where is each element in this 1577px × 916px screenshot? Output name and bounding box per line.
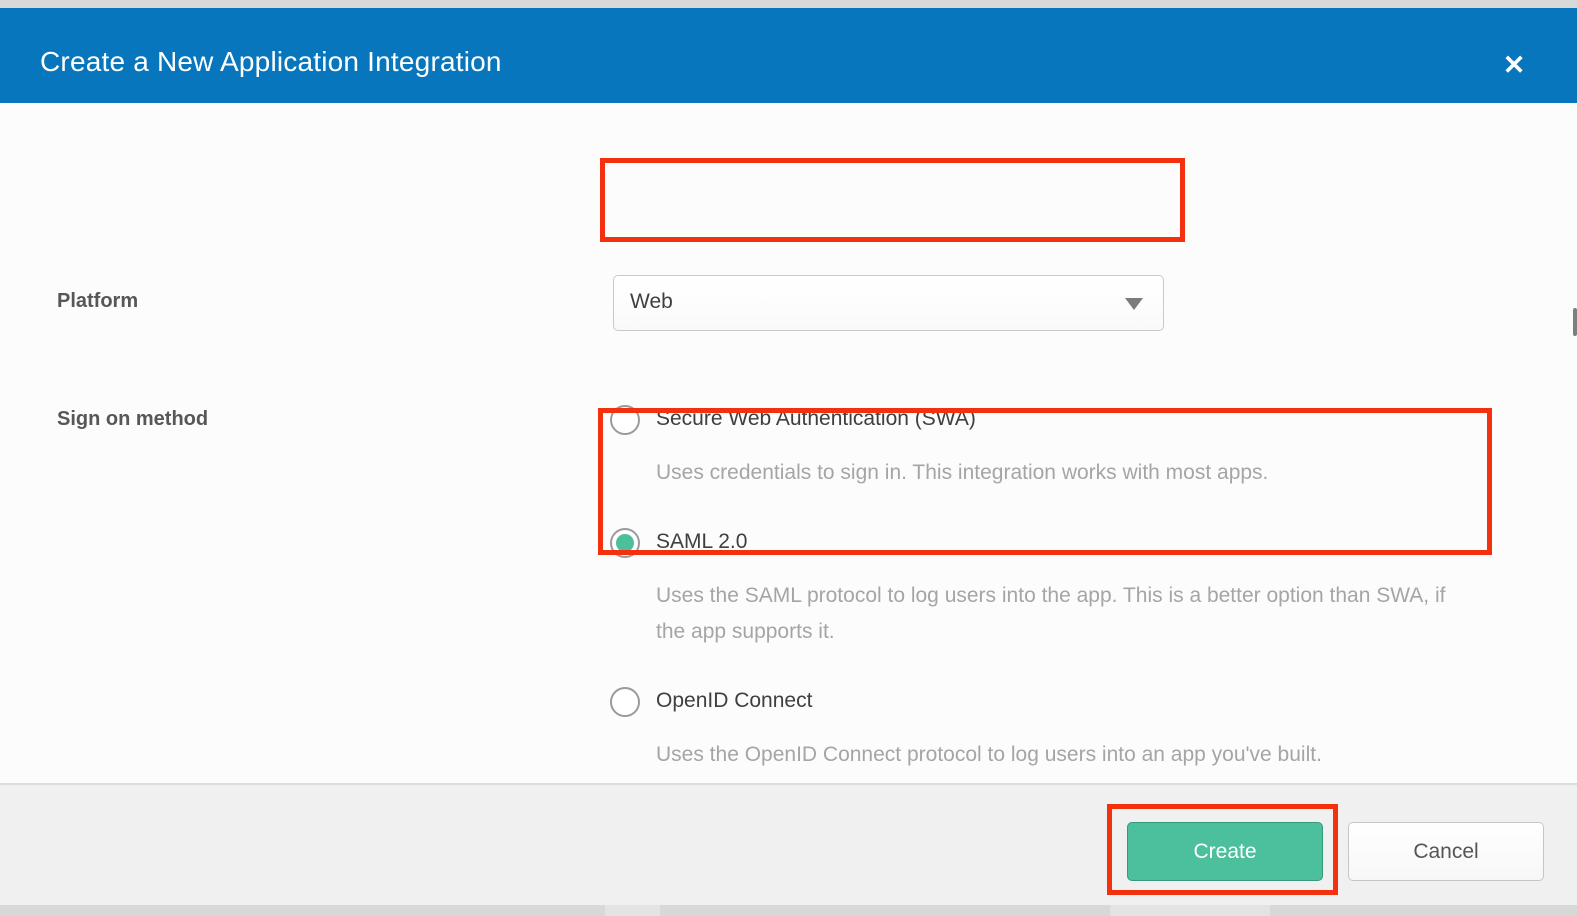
modal-create-app-integration: Create a New Application Integration ✕ P… [0,0,1577,916]
modal-body: Platform Web Sign on method Secure Web A… [0,103,1577,783]
modal-footer: Create Cancel [0,783,1577,905]
page-bottom-edge [0,905,1577,916]
radio-openid[interactable] [610,687,640,717]
option-openid-description: Uses the OpenID Connect protocol to log … [656,737,1474,773]
close-icon[interactable]: ✕ [1497,48,1531,82]
platform-label: Platform [57,290,138,313]
background-fragment [605,905,660,916]
radio-saml[interactable] [610,528,640,558]
chevron-down-icon [1125,298,1143,310]
radio-swa[interactable] [610,405,640,435]
radio-dot [616,534,634,552]
background-fragment [1110,905,1270,916]
option-swa-description: Uses credentials to sign in. This integr… [656,455,1474,491]
platform-select[interactable]: Web [613,275,1164,331]
option-openid-label[interactable]: OpenID Connect [656,689,812,713]
sign-on-method-label: Sign on method [57,408,208,431]
modal-header: Create a New Application Integration ✕ [0,8,1577,103]
page-top-edge [0,0,1577,8]
option-saml-description: Uses the SAML protocol to log users into… [656,578,1474,650]
cancel-button[interactable]: Cancel [1348,822,1544,881]
option-swa-label[interactable]: Secure Web Authentication (SWA) [656,407,976,431]
platform-select-value: Web [630,290,673,314]
scrollbar-thumb[interactable] [1573,308,1577,336]
modal-title: Create a New Application Integration [40,46,502,78]
create-button[interactable]: Create [1127,822,1323,881]
option-saml-label[interactable]: SAML 2.0 [656,530,747,554]
